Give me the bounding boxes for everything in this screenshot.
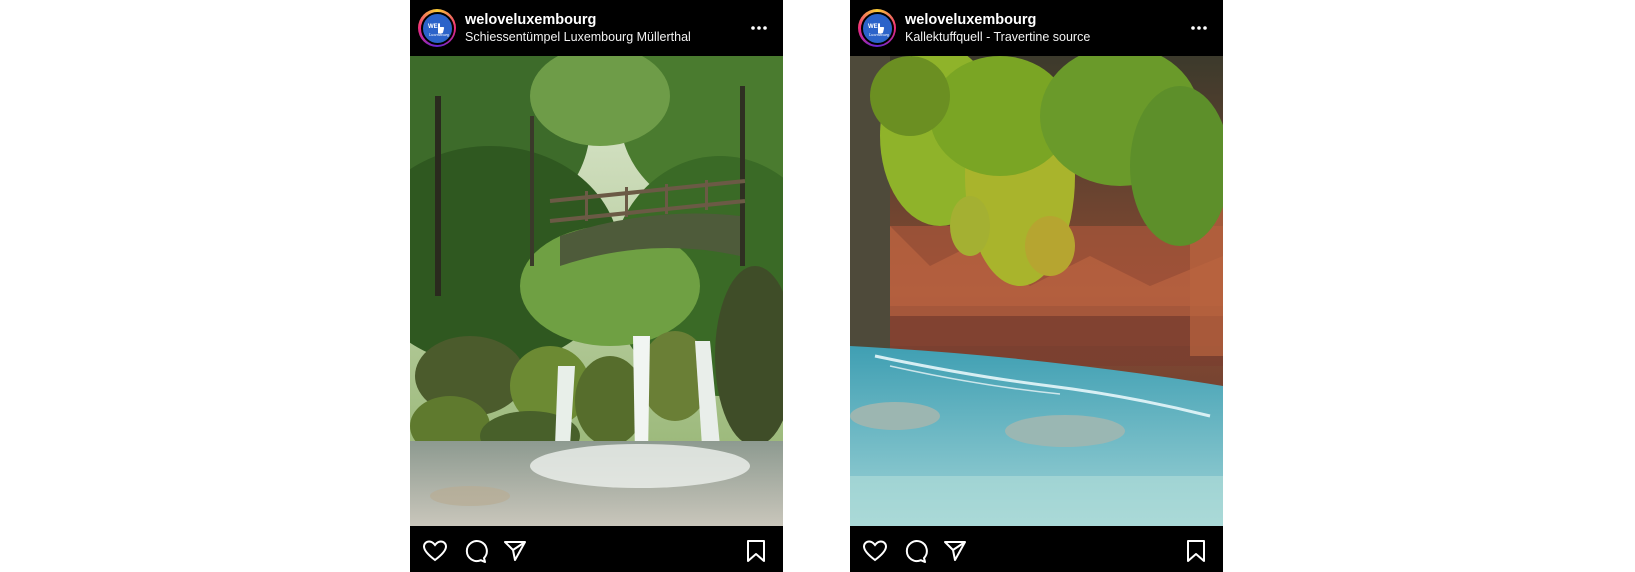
- comment-button[interactable]: [902, 538, 928, 564]
- more-horizontal-icon: [751, 26, 767, 30]
- location-tag[interactable]: Schiessentümpel Luxembourg Müllerthal: [465, 29, 691, 45]
- more-options-button[interactable]: [749, 18, 769, 38]
- like-button[interactable]: [422, 538, 448, 564]
- avatar[interactable]: WE Luxembourg: [418, 9, 456, 47]
- comment-button[interactable]: [462, 538, 488, 564]
- comment-icon: [905, 540, 928, 563]
- avatar-logo: WE Luxembourg: [860, 11, 894, 45]
- svg-text:Luxembourg: Luxembourg: [428, 32, 449, 37]
- share-icon: [944, 541, 966, 561]
- post-photo[interactable]: [410, 56, 783, 526]
- heart-icon: [422, 540, 448, 562]
- post-header: WE Luxembourg weloveluxembourg Schiessen…: [410, 0, 783, 56]
- post-card-1: WE Luxembourg weloveluxembourg Schiessen…: [410, 0, 783, 572]
- avatar[interactable]: WE Luxembourg: [858, 9, 896, 47]
- post-photo[interactable]: [850, 56, 1223, 526]
- comment-icon: [465, 540, 488, 563]
- save-button[interactable]: [743, 538, 769, 564]
- more-options-button[interactable]: [1189, 18, 1209, 38]
- username[interactable]: weloveluxembourg: [465, 11, 691, 29]
- share-button[interactable]: [942, 538, 968, 564]
- post-actions-bar: [410, 526, 783, 572]
- bookmark-icon: [747, 540, 765, 562]
- heart-icon: [862, 540, 888, 562]
- svg-text:WE: WE: [868, 24, 878, 30]
- share-button[interactable]: [502, 538, 528, 564]
- svg-text:Luxembourg: Luxembourg: [868, 32, 889, 37]
- location-tag[interactable]: Kallektuffquell - Travertine source: [905, 29, 1090, 45]
- bookmark-icon: [1187, 540, 1205, 562]
- post-actions-bar: [850, 526, 1223, 572]
- waterfall-photo: [410, 56, 783, 526]
- like-button[interactable]: [862, 538, 888, 564]
- avatar-logo: WE Luxembourg: [420, 11, 454, 45]
- post-header: WE Luxembourg weloveluxembourg Kallektuf…: [850, 0, 1223, 56]
- post-card-2: WE Luxembourg weloveluxembourg Kallektuf…: [850, 0, 1223, 572]
- travertine-photo: [850, 56, 1223, 526]
- share-icon: [504, 541, 526, 561]
- svg-text:WE: WE: [428, 24, 438, 30]
- username[interactable]: weloveluxembourg: [905, 11, 1090, 29]
- more-horizontal-icon: [1191, 26, 1207, 30]
- save-button[interactable]: [1183, 538, 1209, 564]
